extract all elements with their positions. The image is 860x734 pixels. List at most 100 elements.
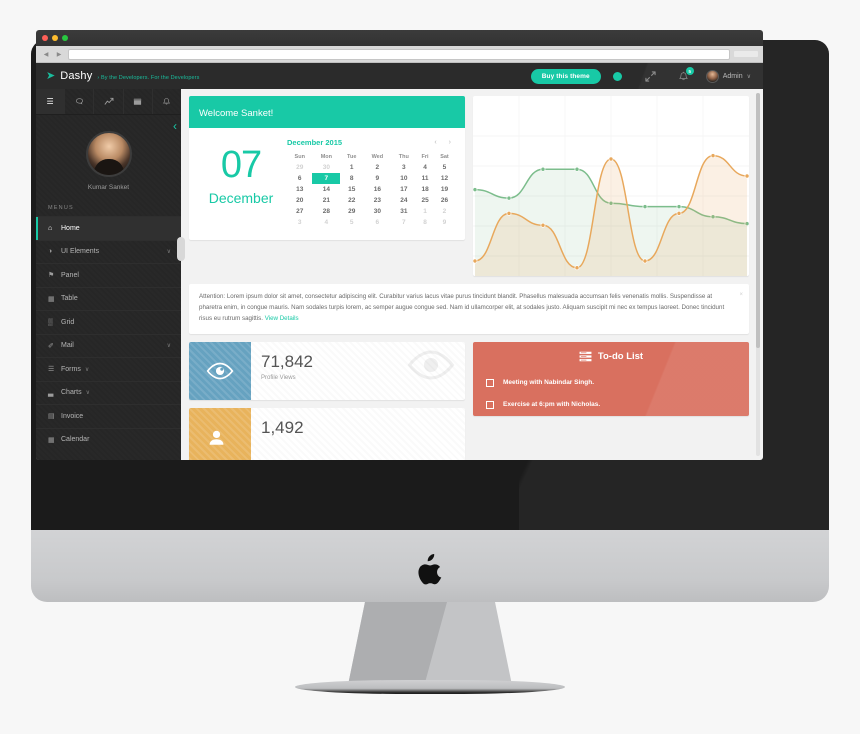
calendar-day[interactable]: 19 xyxy=(434,184,455,195)
admin-menu[interactable]: Admin ∨ xyxy=(700,69,755,83)
calendar-day[interactable]: 14 xyxy=(312,184,340,195)
bell-icon[interactable] xyxy=(153,89,181,114)
calendar-day[interactable]: 7 xyxy=(391,217,416,228)
calendar-day[interactable]: 12 xyxy=(434,173,455,184)
profile-avatar[interactable] xyxy=(85,131,132,177)
calendar-day[interactable]: 17 xyxy=(391,184,416,195)
brand[interactable]: ➤ Dashy › By the Developers. For the Dev… xyxy=(46,70,199,82)
todo-title: To-do List xyxy=(597,350,644,362)
sidebar-item-table[interactable]: ▦ Table xyxy=(36,286,181,311)
content-scrollbar-thumb[interactable] xyxy=(756,93,760,348)
calendar-day[interactable]: 16 xyxy=(363,184,391,195)
calendar-day[interactable]: 23 xyxy=(363,195,391,206)
online-status-indicator[interactable] xyxy=(601,63,634,89)
window-maximize-button[interactable] xyxy=(62,35,68,41)
charts-icon: ▃ xyxy=(48,389,54,397)
calendar-header: December 2015 ‹ › xyxy=(287,138,455,147)
todo-checkbox[interactable] xyxy=(486,400,494,409)
calendar-day[interactable]: 1 xyxy=(340,162,363,173)
sidebar-item-ui-elements[interactable]: ◑ UI Elements ∨ xyxy=(36,239,181,264)
back-arrow-icon[interactable]: ◀ xyxy=(41,51,51,58)
calendar-day[interactable]: 1 xyxy=(416,206,434,217)
calendar-day[interactable]: 2 xyxy=(434,206,455,217)
calendar-day[interactable]: 4 xyxy=(312,217,340,228)
calendar-day[interactable]: 13 xyxy=(287,184,312,195)
todo-item-label: Meeting with Nabindar Singh. xyxy=(503,379,594,387)
calendar-day-selected[interactable]: 7 xyxy=(312,173,341,184)
calendar-day[interactable]: 29 xyxy=(340,206,363,217)
calendar-day[interactable]: 26 xyxy=(434,195,455,206)
stat-tile-profile-views[interactable]: 71,842 Profile Views xyxy=(189,341,465,400)
calendar-day[interactable]: 30 xyxy=(312,162,340,173)
sidebar-resize-handle[interactable] xyxy=(177,237,185,261)
sidebar-item-mail[interactable]: ✐ Mail ∨ xyxy=(36,333,181,358)
menu-toggle-icon[interactable]: ☰ xyxy=(36,89,66,114)
chat-icon[interactable] xyxy=(65,89,95,114)
calendar-day[interactable]: 22 xyxy=(340,195,363,206)
sidebar-item-label: Invoice xyxy=(61,412,84,420)
close-icon[interactable]: × xyxy=(739,292,743,298)
calendar-day[interactable]: 11 xyxy=(416,173,434,184)
analytics-icon[interactable] xyxy=(94,89,124,114)
calendar-day[interactable]: 4 xyxy=(416,162,434,173)
calendar-day[interactable]: 2 xyxy=(363,162,391,173)
calendar-day[interactable]: 31 xyxy=(391,206,416,217)
window-minimize-button[interactable] xyxy=(52,35,58,41)
buy-theme-button[interactable]: Buy this theme xyxy=(530,68,601,84)
calendar-day[interactable]: 28 xyxy=(312,206,340,217)
notifications-button[interactable]: 5 xyxy=(667,63,700,89)
calendar-day[interactable]: 10 xyxy=(391,173,416,184)
calendar-day[interactable]: 21 xyxy=(312,195,340,206)
sidebar-item-home[interactable]: ⌂ Home xyxy=(36,216,181,240)
sidebar-menu: ⌂ Home ◑ UI Elements ∨ ⚑ Panel ▦ Table ▒ Grid ✐ Mail… xyxy=(36,216,181,460)
todo-item[interactable]: Meeting with Nabindar Singh. xyxy=(473,372,749,394)
calendar-icon[interactable] xyxy=(124,89,153,114)
calendar-day[interactable]: 24 xyxy=(391,195,416,206)
sidebar-item-charts[interactable]: ▃ Charts ∨ xyxy=(36,380,181,405)
calendar-day[interactable]: 20 xyxy=(287,195,312,206)
sidebar-item-invoice[interactable]: ▤ Invoice xyxy=(36,404,181,428)
todo-checkbox[interactable] xyxy=(486,378,494,387)
window-close-button[interactable] xyxy=(42,35,48,41)
invoice-icon: ▤ xyxy=(48,413,55,421)
calendar-day[interactable]: 3 xyxy=(287,217,312,228)
chevron-down-icon: ∨ xyxy=(85,390,91,397)
calendar-day[interactable]: 5 xyxy=(340,217,363,228)
browser-toolbar: ◀ ▶ xyxy=(36,46,763,63)
welcome-card-header: Welcome Sanket! xyxy=(189,96,465,128)
forward-arrow-icon[interactable]: ▶ xyxy=(54,51,64,58)
calendar-prev-button[interactable]: ‹ xyxy=(434,139,436,146)
calendar-day[interactable]: 9 xyxy=(434,217,455,228)
stat-tile-secondary[interactable]: 1,492 xyxy=(189,407,465,460)
calendar-day[interactable]: 6 xyxy=(363,217,391,228)
admin-label: Admin xyxy=(722,72,743,80)
todo-column: To-do List Meeting with Nabindar Singh. E… xyxy=(473,334,749,460)
toolbar-chip xyxy=(734,51,758,57)
calendar-day[interactable]: 18 xyxy=(416,184,434,195)
calendar-day[interactable]: 27 xyxy=(287,206,312,217)
sidebar-item-calendar[interactable]: ▦ Calendar xyxy=(36,427,181,452)
calendar-day[interactable]: 8 xyxy=(416,217,434,228)
calendar-day[interactable]: 5 xyxy=(434,162,455,173)
welcome-column: Welcome Sanket! 07 December December 201… xyxy=(189,96,465,276)
sidebar-item-grid[interactable]: ▒ Grid xyxy=(36,310,181,334)
sidebar-collapse-button[interactable]: ‹ xyxy=(173,119,177,133)
sidebar-item-panel[interactable]: ⚑ Panel xyxy=(36,263,181,287)
top-row: Welcome Sanket! 07 December December 201… xyxy=(189,96,749,276)
calendar-day[interactable]: 29 xyxy=(287,162,312,173)
calendar-next-button[interactable]: › xyxy=(449,139,451,146)
sidebar-item-forms[interactable]: ☰ Forms ∨ xyxy=(36,357,181,381)
calendar-day[interactable]: 30 xyxy=(363,206,391,217)
url-input[interactable] xyxy=(68,48,730,60)
calendar-week-row: 13 14 15 16 17 18 19 xyxy=(287,184,455,195)
calendar-day[interactable]: 6 xyxy=(287,173,312,184)
calendar-day[interactable]: 25 xyxy=(416,195,434,206)
todo-item[interactable]: Exercise at 6:pm with Nicholas. xyxy=(473,394,749,416)
calendar-day[interactable]: 9 xyxy=(363,173,391,184)
calendar-day[interactable]: 3 xyxy=(391,162,416,173)
view-details-link[interactable]: View Details xyxy=(265,315,299,322)
calendar-day[interactable]: 15 xyxy=(340,184,363,195)
sidebar-item-label: Charts xyxy=(61,389,82,397)
fullscreen-toggle[interactable] xyxy=(634,63,667,89)
calendar-day[interactable]: 8 xyxy=(340,173,363,184)
